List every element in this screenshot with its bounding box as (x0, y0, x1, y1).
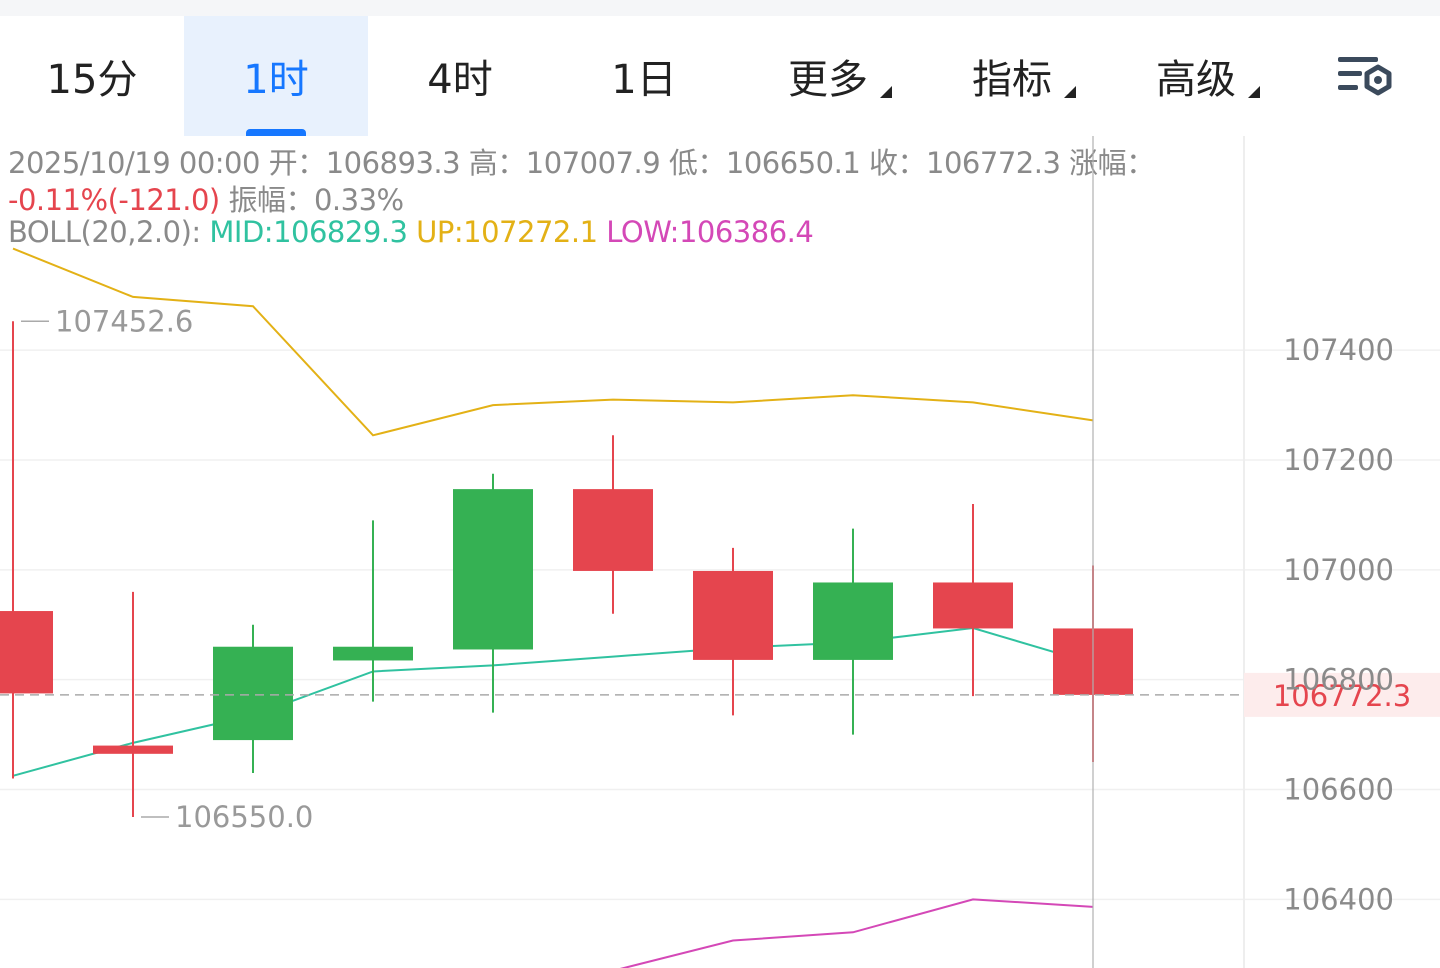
tab-label: 指标 (972, 57, 1052, 103)
tab-4hour[interactable]: 4时 (368, 16, 552, 136)
chart-overlay: 106772.3107452.6106550.0 (0, 136, 1440, 968)
tab-label: 高级 (1156, 57, 1236, 103)
boll-lower-line (619, 898, 1094, 968)
tab-1hour[interactable]: 1时 (184, 16, 368, 136)
y-tick-label: 106400 (1283, 882, 1394, 916)
chart-settings-icon (1338, 57, 1392, 96)
boll-bands (12, 247, 1094, 968)
max-price-label: 107452.6 (55, 304, 193, 338)
dropdown-caret-icon (880, 86, 892, 98)
candlestick-chart[interactable]: 106772.3107452.6106550.0 107400107200107… (0, 136, 1440, 968)
y-tick-label: 107200 (1283, 443, 1394, 477)
timeframe-tabs: 15分 1时 4时 1日 更多 指标 高级 (0, 16, 1440, 136)
tab-label: 15分 (46, 57, 138, 103)
candle-body (573, 489, 653, 571)
candle-body (813, 582, 893, 660)
candle-body (693, 570, 773, 660)
tab-advanced[interactable]: 高级 (1104, 16, 1288, 136)
price-axis: 107400 107200 107000 106800 106600 106400 (1283, 333, 1394, 916)
tab-label: 4时 (427, 57, 493, 103)
top-strip (0, 0, 1440, 16)
candle-body (333, 646, 413, 661)
y-tick-label: 106800 (1283, 663, 1394, 697)
candle-body (453, 489, 533, 650)
chart-settings-button[interactable] (1310, 16, 1420, 136)
tab-indicators[interactable]: 指标 (920, 16, 1104, 136)
candle-body (93, 745, 173, 754)
tab-15min[interactable]: 15分 (0, 16, 184, 136)
tab-label: 更多 (788, 57, 868, 103)
tab-1day[interactable]: 1日 (552, 16, 736, 136)
dropdown-caret-icon (1064, 86, 1076, 98)
candle-body (0, 611, 53, 694)
dropdown-caret-icon (1248, 86, 1260, 98)
tab-label: 1日 (611, 57, 677, 103)
candle-body (933, 582, 1013, 629)
tab-more[interactable]: 更多 (736, 16, 920, 136)
boll-upper-line (12, 247, 1094, 437)
active-tab-indicator (246, 129, 306, 136)
y-tick-label: 106600 (1283, 773, 1394, 807)
candle-body (213, 646, 293, 741)
y-tick-label: 107400 (1283, 333, 1394, 367)
y-tick-label: 107000 (1283, 553, 1394, 587)
boll-mid-line (12, 627, 1094, 777)
tab-label: 1时 (243, 57, 309, 103)
min-price-label: 106550.0 (175, 800, 313, 834)
